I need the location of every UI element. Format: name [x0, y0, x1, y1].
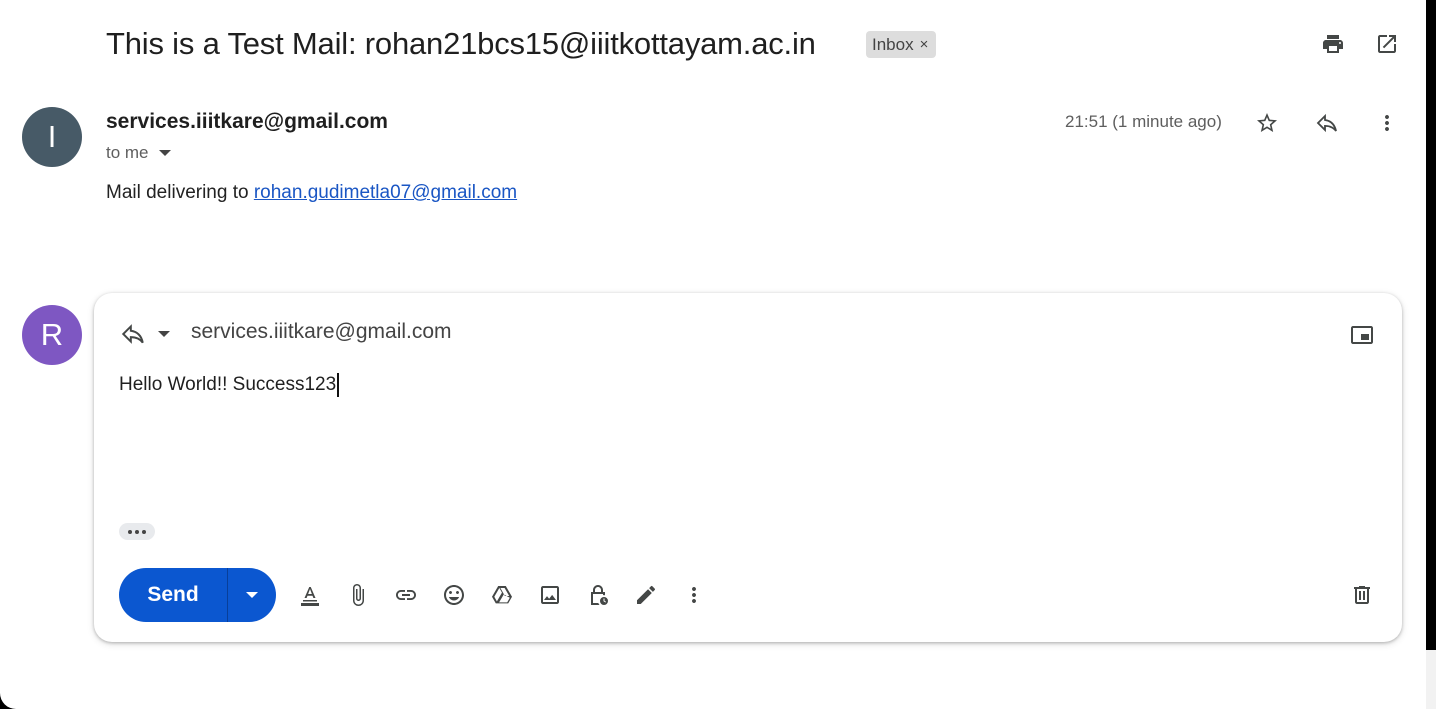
inbox-label-chip[interactable]: Inbox × — [866, 31, 937, 58]
chevron-down-icon — [158, 150, 171, 156]
compose-toolbar — [292, 577, 712, 613]
email-body: Mail delivering to rohan.gudimetla07@gma… — [106, 182, 517, 204]
discard-draft-button[interactable] — [1344, 577, 1380, 613]
scrollbar[interactable] — [1426, 0, 1436, 709]
email-subject: This is a Test Mail: rohan21bcs15@iiitko… — [106, 26, 816, 61]
formatting-options-button[interactable] — [292, 577, 328, 613]
star-icon — [1257, 113, 1277, 132]
insert-link-icon — [396, 590, 416, 600]
confidential-mode-button[interactable] — [580, 577, 616, 613]
email-view: This is a Test Mail: rohan21bcs15@iiitko… — [0, 0, 1426, 709]
reply-type-dropdown[interactable] — [120, 321, 170, 347]
insert-photo-button[interactable] — [532, 577, 568, 613]
discard-draft-icon — [1354, 586, 1370, 604]
send-button[interactable]: Send — [119, 568, 227, 622]
star-button[interactable] — [1249, 105, 1285, 141]
compose-body-text: Hello World!! Success123 — [119, 374, 337, 395]
pop-out-reply-button[interactable] — [1344, 317, 1380, 353]
recipient-email-link[interactable]: rohan.gudimetla07@gmail.com — [254, 182, 517, 203]
insert-signature-button[interactable] — [628, 577, 664, 613]
more-options-icon — [692, 587, 696, 603]
pop-out-icon — [1351, 326, 1373, 344]
to-me-label: to me — [106, 143, 149, 162]
body-text-prefix: Mail delivering to — [106, 182, 254, 203]
reply-button[interactable] — [1309, 105, 1345, 141]
confidential-mode-icon — [591, 585, 608, 605]
text-cursor — [337, 373, 340, 397]
recipient-details-toggle[interactable]: to me — [106, 143, 171, 163]
sender-email[interactable]: services.iiitkare@gmail.com — [106, 110, 388, 134]
dot-icon — [142, 529, 146, 534]
reply-composer: services.iiitkare@gmail.com Hello World!… — [94, 293, 1402, 642]
remove-label-icon[interactable]: × — [920, 37, 929, 52]
show-trimmed-content-button[interactable] — [119, 523, 155, 540]
chevron-down-icon — [158, 331, 170, 337]
more-actions-button[interactable] — [1369, 105, 1405, 141]
label-text: Inbox — [872, 34, 914, 54]
reply-icon — [1316, 113, 1337, 133]
send-options-button[interactable] — [228, 568, 276, 622]
insert-emoji-button[interactable] — [436, 577, 472, 613]
scrollbar-thumb[interactable] — [1426, 650, 1436, 709]
sender-avatar[interactable]: I — [22, 107, 82, 167]
message-timestamp: 21:51 (1 minute ago) — [1065, 112, 1222, 131]
emoji-icon — [444, 585, 464, 605]
google-drive-icon — [492, 586, 512, 604]
reply-type-icon — [121, 324, 144, 344]
print-button[interactable] — [1315, 26, 1351, 62]
open-in-new-window-button[interactable] — [1369, 26, 1405, 62]
insert-photo-icon — [541, 586, 559, 604]
more-vert-icon — [1385, 115, 1389, 131]
chevron-down-icon — [246, 592, 258, 598]
reply-recipient[interactable]: services.iiitkare@gmail.com — [191, 320, 452, 344]
dot-icon — [135, 529, 139, 534]
attach-files-button[interactable] — [340, 577, 376, 613]
dot-icon — [128, 529, 132, 534]
compose-body-input[interactable]: Hello World!! Success123 — [119, 373, 340, 397]
attach-file-icon — [353, 584, 364, 606]
more-options-button[interactable] — [676, 577, 712, 613]
insert-from-drive-button[interactable] — [484, 577, 520, 613]
open-in-new-window-icon — [1378, 35, 1396, 53]
send-button-group: Send — [119, 568, 276, 622]
insert-link-button[interactable] — [388, 577, 424, 613]
print-icon — [1323, 35, 1343, 53]
format-text-icon — [301, 587, 319, 606]
user-avatar[interactable]: R — [22, 305, 82, 365]
signature-icon — [637, 585, 656, 604]
